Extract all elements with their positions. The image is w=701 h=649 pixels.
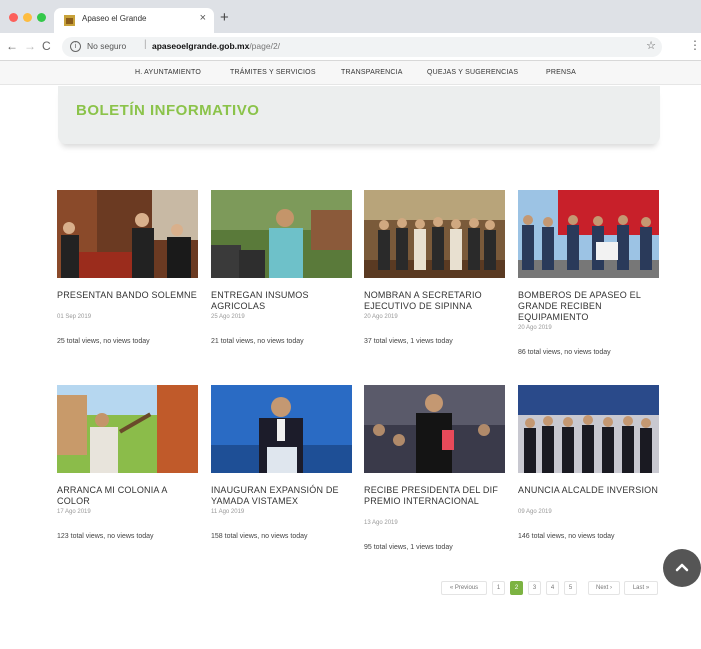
pagination-page[interactable]: 5	[564, 581, 577, 595]
nav-quejas[interactable]: QUEJAS Y SUGERENCIAS	[427, 69, 518, 76]
close-window-button[interactable]	[9, 13, 18, 22]
new-tab-icon[interactable]: +	[220, 9, 229, 26]
post-date: 25 Ago 2019	[211, 314, 245, 320]
painting-photo-icon[interactable]	[57, 385, 198, 473]
back-arrow-icon[interactable]: ←	[6, 39, 18, 53]
nav-tramites[interactable]: TRÁMITES Y SERVICIOS	[230, 69, 316, 76]
officials-photo-icon[interactable]	[518, 385, 659, 473]
post-date: 13 Ago 2019	[364, 520, 398, 526]
post-title[interactable]: ANUNCIA ALCALDE INVERSION	[518, 485, 659, 496]
security-status: No seguro	[87, 41, 127, 51]
post-views: 95 total views, 1 views today	[364, 544, 453, 551]
post-views: 158 total views, no views today	[211, 533, 308, 540]
site-favicon-icon	[64, 15, 75, 26]
page-banner: BOLETÍN INFORMATIVO	[58, 86, 660, 144]
reload-icon[interactable]: C	[42, 39, 51, 53]
pagination-page[interactable]: 1	[492, 581, 505, 595]
nav-ayuntamiento[interactable]: H. AYUNTAMIENTO	[135, 69, 201, 76]
post-title[interactable]: INAUGURAN EXPANSIÓN DE YAMADA VISTAMEX	[211, 485, 352, 507]
post-date: 01 Sep 2019	[57, 314, 92, 320]
post-title[interactable]: ARRANCA MI COLONIA A COLOR	[57, 485, 198, 507]
group-photo-icon[interactable]	[364, 190, 505, 278]
close-tab-icon[interactable]: ×	[200, 12, 206, 24]
info-icon[interactable]: i	[70, 41, 81, 52]
bookmark-star-icon[interactable]: ☆	[646, 39, 656, 52]
url-input[interactable]: i No seguro | apaseoelgrande.gob.mx/page…	[62, 37, 662, 57]
minimize-window-button[interactable]	[23, 13, 32, 22]
post-views: 146 total views, no views today	[518, 533, 615, 540]
chevron-up-icon	[675, 563, 689, 572]
browser-menu-icon[interactable]: ⋮	[689, 38, 701, 52]
post-views: 37 total views, 1 views today	[364, 338, 453, 345]
forward-arrow-icon[interactable]: →	[24, 39, 36, 53]
url-divider: |	[144, 39, 147, 50]
award-photo-icon[interactable]	[364, 385, 505, 473]
nav-prensa[interactable]: PRENSA	[546, 69, 576, 76]
scroll-to-top-button[interactable]	[663, 549, 701, 587]
address-bar: ← → C i No seguro | apaseoelgrande.gob.m…	[0, 33, 701, 61]
pagination-last[interactable]: Last »	[624, 581, 658, 595]
post-views: 25 total views, no views today	[57, 338, 150, 345]
post-date: 20 Ago 2019	[364, 314, 398, 320]
speaker-photo-icon[interactable]	[211, 190, 352, 278]
post-title[interactable]: RECIBE PRESIDENTA DEL DIF PREMIO INTERNA…	[364, 485, 505, 507]
podium-photo-icon[interactable]	[211, 385, 352, 473]
post-date: 20 Ago 2019	[518, 325, 552, 331]
post-views: 123 total views, no views today	[57, 533, 154, 540]
pagination-current-page[interactable]: 2	[510, 581, 523, 595]
post-title[interactable]: NOMBRAN A SECRETARIO EJECUTIVO DE SIPINN…	[364, 290, 505, 312]
browser-tab-bar: Apaseo el Grande × +	[0, 0, 701, 33]
pagination-page[interactable]: 4	[546, 581, 559, 595]
post-date: 11 Ago 2019	[211, 509, 245, 515]
url-text: apaseoelgrande.gob.mx/page/2/	[152, 41, 281, 51]
ceremony-photo-icon[interactable]	[57, 190, 198, 278]
pagination-next[interactable]: Next ›	[588, 581, 620, 595]
pagination-page[interactable]: 3	[528, 581, 541, 595]
post-views: 86 total views, no views today	[518, 349, 611, 356]
browser-tab[interactable]: Apaseo el Grande ×	[54, 8, 214, 33]
page-title: BOLETÍN INFORMATIVO	[76, 102, 260, 119]
firefighters-photo-icon[interactable]	[518, 190, 659, 278]
tab-title: Apaseo el Grande	[82, 14, 147, 23]
site-nav: H. AYUNTAMIENTO TRÁMITES Y SERVICIOS TRA…	[0, 61, 701, 85]
post-date: 09 Ago 2019	[518, 509, 552, 515]
post-views: 21 total views, no views today	[211, 338, 304, 345]
post-title[interactable]: ENTREGAN INSUMOS AGRICOLAS	[211, 290, 352, 312]
post-title[interactable]: PRESENTAN BANDO SOLEMNE	[57, 290, 198, 301]
post-title[interactable]: BOMBEROS DE APASEO EL GRANDE RECIBEN EQU…	[518, 290, 659, 323]
maximize-window-button[interactable]	[37, 13, 46, 22]
nav-transparencia[interactable]: TRANSPARENCIA	[341, 69, 403, 76]
post-date: 17 Ago 2019	[57, 509, 91, 515]
pagination-previous[interactable]: « Previous	[441, 581, 487, 595]
